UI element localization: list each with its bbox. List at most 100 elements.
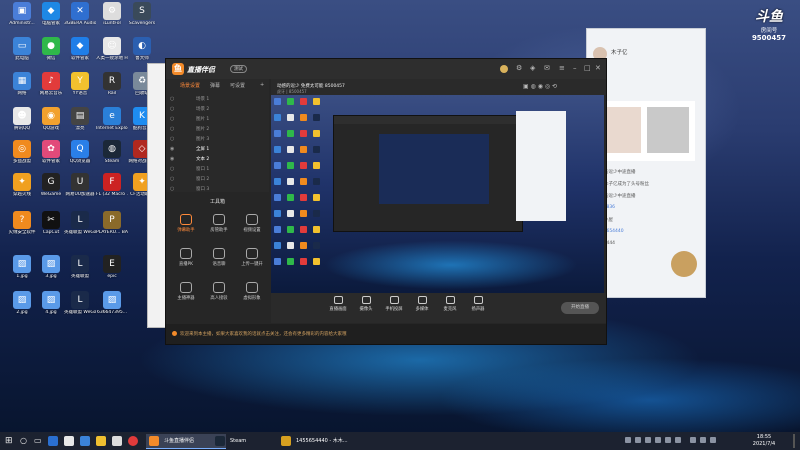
volume-icon[interactable] [690,437,696,443]
visibility-icon[interactable]: ○ [170,136,174,142]
desktop-icon[interactable]: R Rail [96,72,128,96]
tab-scene-settings[interactable]: 场景设置 [180,82,200,89]
desktop-icon[interactable]: ▨ 636647395... [96,291,128,315]
task-view-icon[interactable]: ▭ [34,434,42,448]
visibility-icon[interactable]: ○ [170,126,174,132]
toolbox-item[interactable]: 直播PK [170,248,202,267]
scene-item[interactable]: ○ 场景 1 [170,95,265,103]
scene-item[interactable]: ○ 图片 1 [170,115,265,123]
desktop-icon[interactable]: ☺人类一败涂地 Human Fal... [96,37,128,61]
source-tool[interactable]: 直播画面 [325,296,351,312]
toolbox-item[interactable]: 弹幕助手 [170,214,202,233]
desktop-icon[interactable]: ▣ Administr... [6,2,38,26]
start-icon[interactable]: ⊞ [5,434,13,448]
source-tool[interactable]: 麦克风 [437,296,463,312]
desktop-icon[interactable]: eInternet Explorer [96,107,128,131]
settings-icon[interactable]: ⚙ [516,64,522,72]
tray-icon[interactable] [635,437,641,443]
desktop-icon[interactable]: ✿ 软件管家 [35,140,67,164]
desktop-icon[interactable]: ♪ 网易云音乐 [35,72,67,96]
tray-icon[interactable] [645,437,651,443]
pinned-app-icon[interactable] [96,436,106,446]
visibility-icon[interactable]: ○ [170,116,174,122]
desktop-icon[interactable]: ▨ 4.jpg [35,291,67,315]
maximize-icon[interactable]: □ [584,64,591,72]
preview-tool-icons[interactable]: ▣ ◍ ◉ ◎ ⟲ [523,83,557,90]
scene-item[interactable]: ○ 图片 3 [170,135,265,143]
menu-icon[interactable]: ≡ [559,64,565,72]
tray-icon[interactable] [665,437,671,443]
scene-item[interactable]: ○ 场景 2 [170,105,265,113]
mail-icon[interactable]: ✉ [544,64,550,72]
tab-danmaku[interactable]: 弹幕 [210,82,220,89]
desktop-icon[interactable]: ▨ 2.jpg [6,291,38,315]
source-tool[interactable]: 摄像头 [353,296,379,312]
pinned-app-icon[interactable] [128,436,138,446]
visibility-icon[interactable]: ◉ [170,146,174,152]
search-icon[interactable]: ○ [20,434,27,448]
desktop-icon[interactable]: ◆ 软件管家 [64,37,96,61]
toolbox-item[interactable]: 主播神器 [170,282,202,301]
desktop-icon[interactable]: ◉ QQ游戏 [35,107,67,131]
desktop-icon[interactable]: ◐ 鲁大师 [126,37,158,61]
toolbox-item[interactable]: 房管助手 [203,214,235,233]
desktop-icon[interactable]: ✂ CapCut [35,211,67,235]
desktop-icon[interactable]: Y YY语音 [64,72,96,96]
show-desktop-button[interactable] [793,434,795,448]
toolbox-item[interactable]: 视频设置 [236,214,268,233]
stream-preview[interactable] [271,95,604,293]
toolbox-item[interactable]: 虚拟形象 [236,282,268,301]
tray-icon[interactable] [625,437,631,443]
visibility-icon[interactable]: ○ [170,166,174,172]
skin-icon[interactable]: ◈ [530,64,535,72]
source-tool[interactable]: 扬声器 [465,296,491,312]
ime-icon[interactable] [710,437,716,443]
desktop-icon[interactable]: ▨ 3.jpg [35,255,67,279]
toolbox-item[interactable]: 上传一键开 [236,248,268,267]
chat-gift-icon[interactable] [671,251,697,277]
source-tool[interactable]: 手机投屏 [381,296,407,312]
desktop-icon[interactable]: G WeGame [35,173,67,197]
streaming-app-window[interactable]: 鱼 直播伴侣 测试 ⚙ ◈ ✉ ≡ – □ ✕ 场景设置 弹幕 可设置 + ○ 场… [165,58,607,345]
desktop-icon[interactable]: ✕3GBERA Audio ... [64,2,96,26]
tray-icon[interactable] [675,437,681,443]
desktop-icon[interactable]: S Scavengers [126,2,158,26]
visibility-icon[interactable]: ○ [170,96,174,102]
pinned-app-icon[interactable] [64,436,74,446]
close-icon[interactable]: ✕ [595,64,601,72]
scene-item[interactable]: ◉ 文本 2 [170,155,265,163]
desktop-icon[interactable]: U 网易UU加速器 [64,173,96,197]
add-scene-icon[interactable]: + [260,82,264,88]
desktop-icon[interactable]: ● 微信 [35,37,67,61]
minimize-icon[interactable]: – [573,64,577,72]
pinned-app-icon[interactable] [80,436,90,446]
taskbar-app[interactable]: 1455654440 - 木木... [278,434,358,448]
scene-item[interactable]: ○ 窗口 1 [170,165,265,173]
desktop-icon[interactable]: Eepic [96,255,128,279]
desktop-icon[interactable]: L英雄联盟 WeGame版 [64,291,96,315]
desktop-icon[interactable]: Q QQ浏览器 [64,140,96,164]
scene-item[interactable]: ◉ 全屏 1 [170,145,265,153]
toolbox-item[interactable]: 高人接驳 [203,282,235,301]
visibility-icon[interactable]: ○ [170,176,174,182]
network-icon[interactable] [700,437,706,443]
desktop-icon[interactable]: ▦ 网络 [6,72,38,96]
user-avatar[interactable] [500,65,508,73]
visibility-icon[interactable]: ◉ [170,156,174,162]
desktop-icon[interactable]: PPLAYERU... BATTLEGR... [96,211,128,235]
desktop-icon[interactable]: ◆ 电脑管家 [35,2,67,26]
tray-icon[interactable] [655,437,661,443]
desktop-icon[interactable]: F FL (32 Macro ... [96,173,128,197]
desktop-icon[interactable]: ◎ 多益战盟 [6,140,38,164]
scene-item[interactable]: ○ 窗口 2 [170,175,265,183]
toolbox-item[interactable]: 语音聊 [203,248,235,267]
desktop-icon[interactable]: ? 火绒安全软件 [6,211,38,235]
pinned-app-icon[interactable] [112,436,122,446]
desktop-icon[interactable]: ⚙ iLuntFol [96,2,128,26]
source-tool[interactable]: 多媒体 [409,296,435,312]
desktop-icon[interactable]: ◍ Steam [96,140,128,164]
desktop-icon[interactable]: ✦ 穿越火线 [6,173,38,197]
clock[interactable]: 18:55 2021/7/4 [744,434,784,448]
desktop-icon[interactable]: ▤ 漂亮 [64,107,96,131]
scene-item[interactable]: ○ 图片 2 [170,125,265,133]
